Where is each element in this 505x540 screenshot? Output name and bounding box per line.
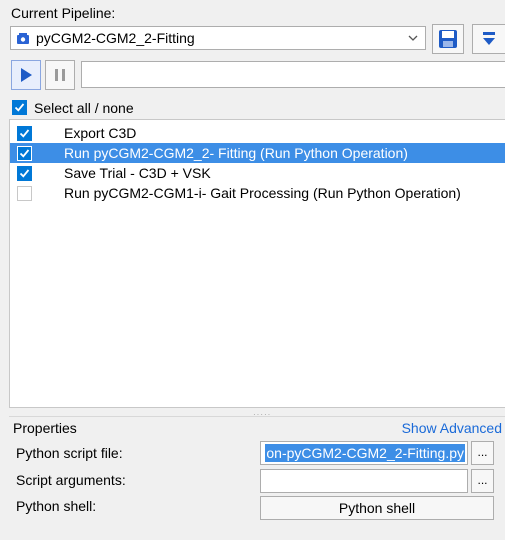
progress-field [81, 61, 505, 88]
browse-script-button[interactable]: ... [471, 441, 494, 465]
properties-header: Properties Show Advanced [9, 416, 505, 437]
pipeline-name: pyCGM2-CGM2_2-Fitting [36, 30, 195, 46]
python-shell-button[interactable]: Python shell [260, 496, 494, 520]
script-args-label: Script arguments: [16, 472, 126, 488]
script-file-input[interactable]: on-pyCGM2-CGM2_2-Fitting.py [260, 441, 468, 465]
pipeline-menu-button[interactable] [472, 24, 505, 54]
operation-checkbox[interactable] [17, 186, 32, 201]
checkmark-icon [19, 149, 30, 158]
show-advanced-link[interactable]: Show Advanced [402, 420, 502, 436]
current-pipeline-label: Current Pipeline: [11, 5, 116, 21]
pause-button[interactable] [45, 60, 75, 90]
save-pipeline-button[interactable] [432, 24, 464, 54]
checkmark-icon [19, 129, 30, 138]
script-file-value: on-pyCGM2-CGM2_2-Fitting.py [265, 444, 465, 462]
browse-args-button[interactable]: ... [471, 469, 494, 493]
properties-title: Properties [13, 420, 77, 436]
checkmark-icon [14, 103, 25, 112]
operation-label: Export C3D [64, 125, 137, 141]
script-file-label: Python script file: [16, 445, 123, 461]
list-item-selected[interactable]: Run pyCGM2-CGM2_2- Fitting (Run Python O… [10, 143, 505, 163]
operations-list[interactable]: Export C3D Run pyCGM2-CGM2_2- Fitting (R… [9, 119, 505, 408]
list-item[interactable]: Export C3D [10, 123, 505, 143]
python-shell-label: Python shell: [16, 498, 97, 514]
operation-checkbox[interactable] [17, 126, 32, 141]
operation-label: Run pyCGM2-CGM2_2- Fitting (Run Python O… [64, 145, 408, 161]
operation-checkbox[interactable] [17, 166, 32, 181]
list-item[interactable]: Save Trial - C3D + VSK [10, 163, 505, 183]
checkmark-icon [19, 169, 30, 178]
operation-checkbox[interactable] [17, 146, 32, 161]
pipeline-icon [17, 32, 29, 44]
pause-icon [55, 69, 65, 81]
chevron-down-icon [408, 35, 418, 41]
script-args-input[interactable] [260, 469, 468, 493]
save-icon [439, 30, 457, 48]
select-all-label: Select all / none [34, 100, 134, 116]
list-item[interactable]: Run pyCGM2-CGM1-i- Gait Processing (Run … [10, 183, 505, 203]
play-icon [21, 68, 32, 82]
dropdown-menu-icon [483, 32, 495, 45]
operation-label: Run pyCGM2-CGM1-i- Gait Processing (Run … [64, 185, 461, 201]
run-button[interactable] [11, 60, 41, 90]
operation-label: Save Trial - C3D + VSK [64, 165, 211, 181]
select-all-checkbox[interactable] [12, 100, 27, 115]
pipeline-dropdown[interactable]: pyCGM2-CGM2_2-Fitting [10, 26, 426, 50]
